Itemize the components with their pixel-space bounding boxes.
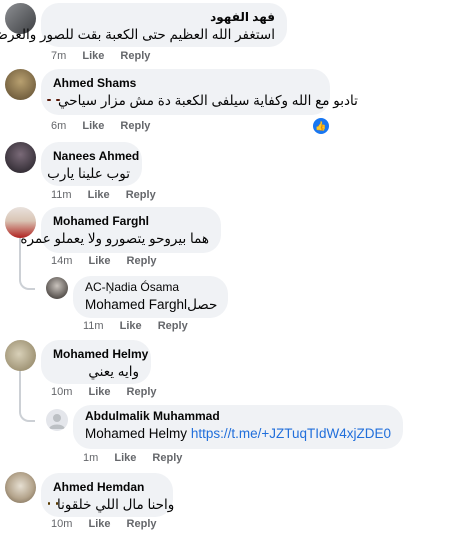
comment-bubble: Mohamed Farghl هما بيروحو يتصورو ولا يعم… <box>20 207 221 253</box>
comment-author[interactable]: Nanees Ahmed <box>53 149 139 164</box>
like-button[interactable]: Like <box>82 50 104 62</box>
reply-button[interactable]: Reply <box>126 189 156 201</box>
comment-text: وايه يعني <box>88 364 139 379</box>
comment-timestamp[interactable]: 14m <box>51 255 72 267</box>
comment-timestamp[interactable]: 11m <box>51 189 72 201</box>
comment-timestamp[interactable]: 7m <box>51 50 66 62</box>
avatar[interactable] <box>5 69 36 100</box>
reply-button[interactable]: Reply <box>120 120 150 132</box>
like-button[interactable]: Like <box>88 255 110 267</box>
like-button[interactable]: Like <box>120 320 142 332</box>
like-button[interactable]: Like <box>114 452 136 464</box>
reply-button[interactable]: Reply <box>158 320 188 332</box>
like-button[interactable]: Like <box>88 518 110 530</box>
comment-meta: 7m Like Reply <box>51 50 163 62</box>
comment-bubble: Ahmed Hemdan واحنا مال اللي خلقونا <box>41 473 175 517</box>
thread-connector <box>19 390 35 422</box>
comment-bubble: فهد الفهود استغفر الله العظيم حتى الكعبة… <box>0 3 287 47</box>
comment-text: واحنا مال اللي خلقونا <box>57 497 175 512</box>
avatar[interactable] <box>46 277 68 299</box>
comment-meta: 1m Like Reply <box>83 452 195 464</box>
comment-bubble: AC-Ņadia Ósama Mohamed Farghl حصل <box>73 276 228 318</box>
comment-meta: 14m Like Reply <box>51 255 170 267</box>
comment-text: تادبو مع الله وكفاية سيلفى الكعبة دة مش … <box>58 93 358 108</box>
comment-bubble: Nanees Ahmed توب علينا يارب <box>41 142 142 186</box>
mentioned-user-tag[interactable]: Mohamed Farghl <box>85 295 187 314</box>
avatar[interactable] <box>5 340 36 371</box>
comment-author[interactable]: Mohamed Helmy <box>53 347 148 362</box>
comment-author[interactable]: Abdulmalik Muhammad <box>85 409 391 424</box>
comment-meta: 6m Like Reply <box>51 120 163 132</box>
like-button[interactable]: Like <box>88 386 110 398</box>
reply-button[interactable]: Reply <box>120 50 150 62</box>
comment-bubble: Ahmed Shams تادبو مع الله وكفاية سيلفى ا… <box>41 69 358 115</box>
avatar[interactable] <box>5 142 36 173</box>
like-button[interactable]: Like <box>88 189 110 201</box>
comment-timestamp[interactable]: 10m <box>51 518 72 530</box>
comment-author[interactable]: Mohamed Farghl <box>53 214 209 229</box>
reply-button[interactable]: Reply <box>152 452 182 464</box>
comment-text: استغفر الله العظيم حتى الكعبة بقت للصور … <box>0 27 275 42</box>
like-reaction-icon[interactable]: 👍 <box>312 117 330 135</box>
comment-link[interactable]: https://t.me/+JZTuqTIdW4xjZDE0 <box>191 426 391 441</box>
comment-timestamp[interactable]: 10m <box>51 386 72 398</box>
comment-meta: 11m Like Reply <box>51 189 169 201</box>
comment-meta: 10m Like Reply <box>51 386 170 398</box>
avatar[interactable] <box>5 472 36 503</box>
comment-timestamp[interactable]: 6m <box>51 120 66 132</box>
reply-button[interactable]: Reply <box>127 255 157 267</box>
thread-connector <box>19 262 35 290</box>
avatar[interactable] <box>46 409 68 431</box>
like-button[interactable]: Like <box>82 120 104 132</box>
comment-bubble: Abdulmalik Muhammad Mohamed Helmy https:… <box>73 405 403 449</box>
comment-author[interactable]: AC-Ņadia Ósama <box>85 280 216 295</box>
reply-button[interactable]: Reply <box>127 518 157 530</box>
comment-author[interactable]: فهد الفهود <box>53 10 275 25</box>
reply-button[interactable]: Reply <box>127 386 157 398</box>
comment-text: توب علينا يارب <box>47 166 130 181</box>
comment-timestamp[interactable]: 1m <box>83 452 98 464</box>
comment-bubble: Mohamed Helmy وايه يعني <box>41 340 151 384</box>
comment-author[interactable]: Ahmed Hemdan <box>53 480 161 495</box>
comment-meta: 10m Like Reply <box>51 518 170 530</box>
default-user-icon <box>49 414 65 429</box>
comment-author[interactable]: Ahmed Shams <box>53 76 318 91</box>
comment-timestamp[interactable]: 11m <box>83 320 104 332</box>
comment-text: هما بيروحو يتصورو ولا يعملو عمره <box>20 231 209 246</box>
comment-text: حصل <box>187 297 218 312</box>
mentioned-user-tag[interactable]: Mohamed Helmy <box>85 426 187 441</box>
comment-meta: 11m Like Reply <box>83 320 201 332</box>
